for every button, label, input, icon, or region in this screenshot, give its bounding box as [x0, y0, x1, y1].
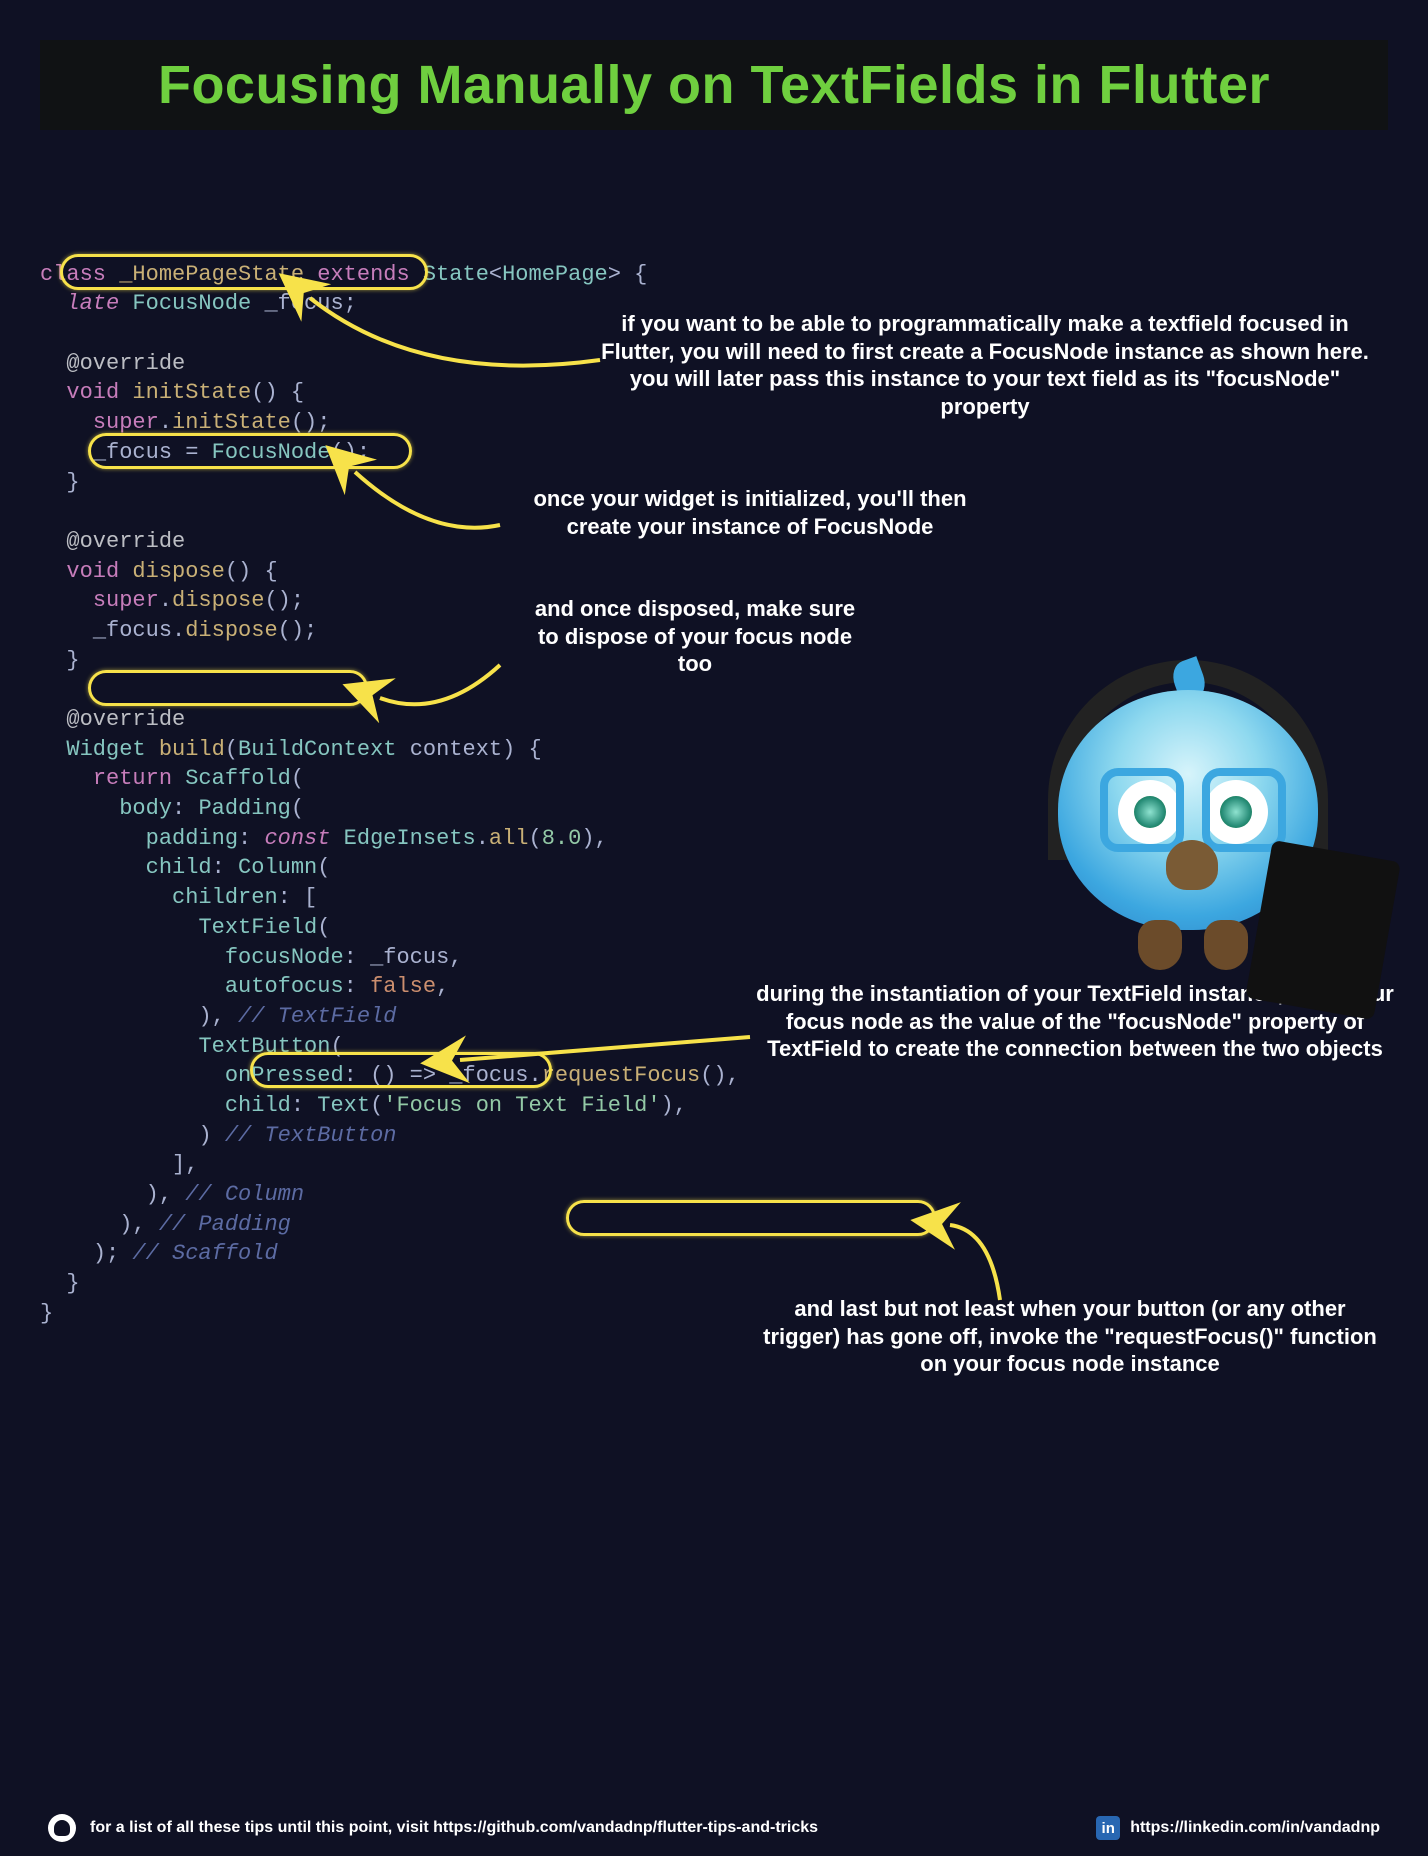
literal-false: false — [370, 974, 436, 999]
type-state: State — [423, 262, 489, 287]
kw-super-1: super — [93, 410, 159, 435]
string-focus-label: 'Focus on Text Field' — [383, 1093, 660, 1118]
title-bar: Focusing Manually on TextFields in Flutt… — [40, 40, 1388, 130]
arg-focusnode: focusNode — [225, 945, 344, 970]
comment-padding: // Padding — [159, 1212, 291, 1237]
class-name: _HomePageState — [119, 262, 304, 287]
arg-child-2: child — [225, 1093, 291, 1118]
ref-focus-2: _focus — [449, 1063, 528, 1088]
kw-super-2: super — [93, 588, 159, 613]
kw-return: return — [93, 766, 172, 791]
var-focus-assign: _focus — [93, 440, 172, 465]
comment-column: // Column — [185, 1182, 304, 1207]
page-title: Focusing Manually on TextFields in Flutt… — [60, 54, 1368, 116]
kw-extends: extends — [317, 262, 409, 287]
call-focus-dispose: dispose — [185, 618, 277, 643]
arg-autofocus: autofocus — [225, 974, 344, 999]
fn-all: all — [489, 826, 529, 851]
annotation-5: and last but not least when your button … — [760, 1295, 1380, 1378]
github-icon — [48, 1814, 76, 1842]
annotation-3: and once disposed, make sure to dispose … — [530, 595, 860, 678]
type-widget: Widget — [66, 737, 145, 762]
override-1: @override — [66, 351, 185, 376]
kw-void-1: void — [66, 380, 119, 405]
arg-padding: padding — [146, 826, 238, 851]
type-textbutton: TextButton — [198, 1034, 330, 1059]
ref-focus-1: _focus — [370, 945, 449, 970]
fn-initstate: initState — [132, 380, 251, 405]
type-buildcontext: BuildContext — [238, 737, 396, 762]
arg-onpressed: onPressed — [225, 1063, 344, 1088]
param-context: context — [410, 737, 502, 762]
type-text: Text — [317, 1093, 370, 1118]
type-textfield: TextField — [198, 915, 317, 940]
call-initstate: initState — [172, 410, 291, 435]
call-super-dispose: dispose — [172, 588, 264, 613]
type-edgeinsets: EdgeInsets — [344, 826, 476, 851]
dash-mascot-icon — [1018, 600, 1358, 980]
kw-late: late — [66, 291, 119, 316]
annotation-2: once your widget is initialized, you'll … — [500, 485, 1000, 540]
type-scaffold: Scaffold — [185, 766, 291, 791]
fn-requestfocus: requestFocus — [542, 1063, 700, 1088]
footer-right-text: https://linkedin.com/in/vandadnp — [1130, 1819, 1380, 1837]
var-focus-dispose: _focus — [93, 618, 172, 643]
arg-children: children — [172, 885, 278, 910]
kw-class: class — [40, 262, 106, 287]
override-3: @override — [66, 707, 185, 732]
comment-scaffold: // Scaffold — [132, 1241, 277, 1266]
kw-void-2: void — [66, 559, 119, 584]
type-homepage: HomePage — [502, 262, 608, 287]
annotation-1: if you want to be able to programmatical… — [600, 310, 1370, 420]
fn-dispose: dispose — [132, 559, 224, 584]
type-padding: Padding — [198, 796, 290, 821]
comment-textbutton: // TextButton — [225, 1123, 397, 1148]
linkedin-icon: in — [1096, 1816, 1120, 1840]
comment-textfield: // TextField — [238, 1004, 396, 1029]
footer-left-text: for a list of all these tips until this … — [90, 1819, 818, 1837]
override-2: @override — [66, 529, 185, 554]
num-8: 8.0 — [542, 826, 582, 851]
type-column: Column — [238, 855, 317, 880]
ctor-focusnode: FocusNode — [212, 440, 331, 465]
arg-body: body — [119, 796, 172, 821]
arg-child-1: child — [146, 855, 212, 880]
footer: for a list of all these tips until this … — [0, 1814, 1428, 1842]
kw-const: const — [264, 826, 330, 851]
type-focusnode: FocusNode — [132, 291, 251, 316]
fn-build: build — [159, 737, 225, 762]
var-focus: _focus — [264, 291, 343, 316]
